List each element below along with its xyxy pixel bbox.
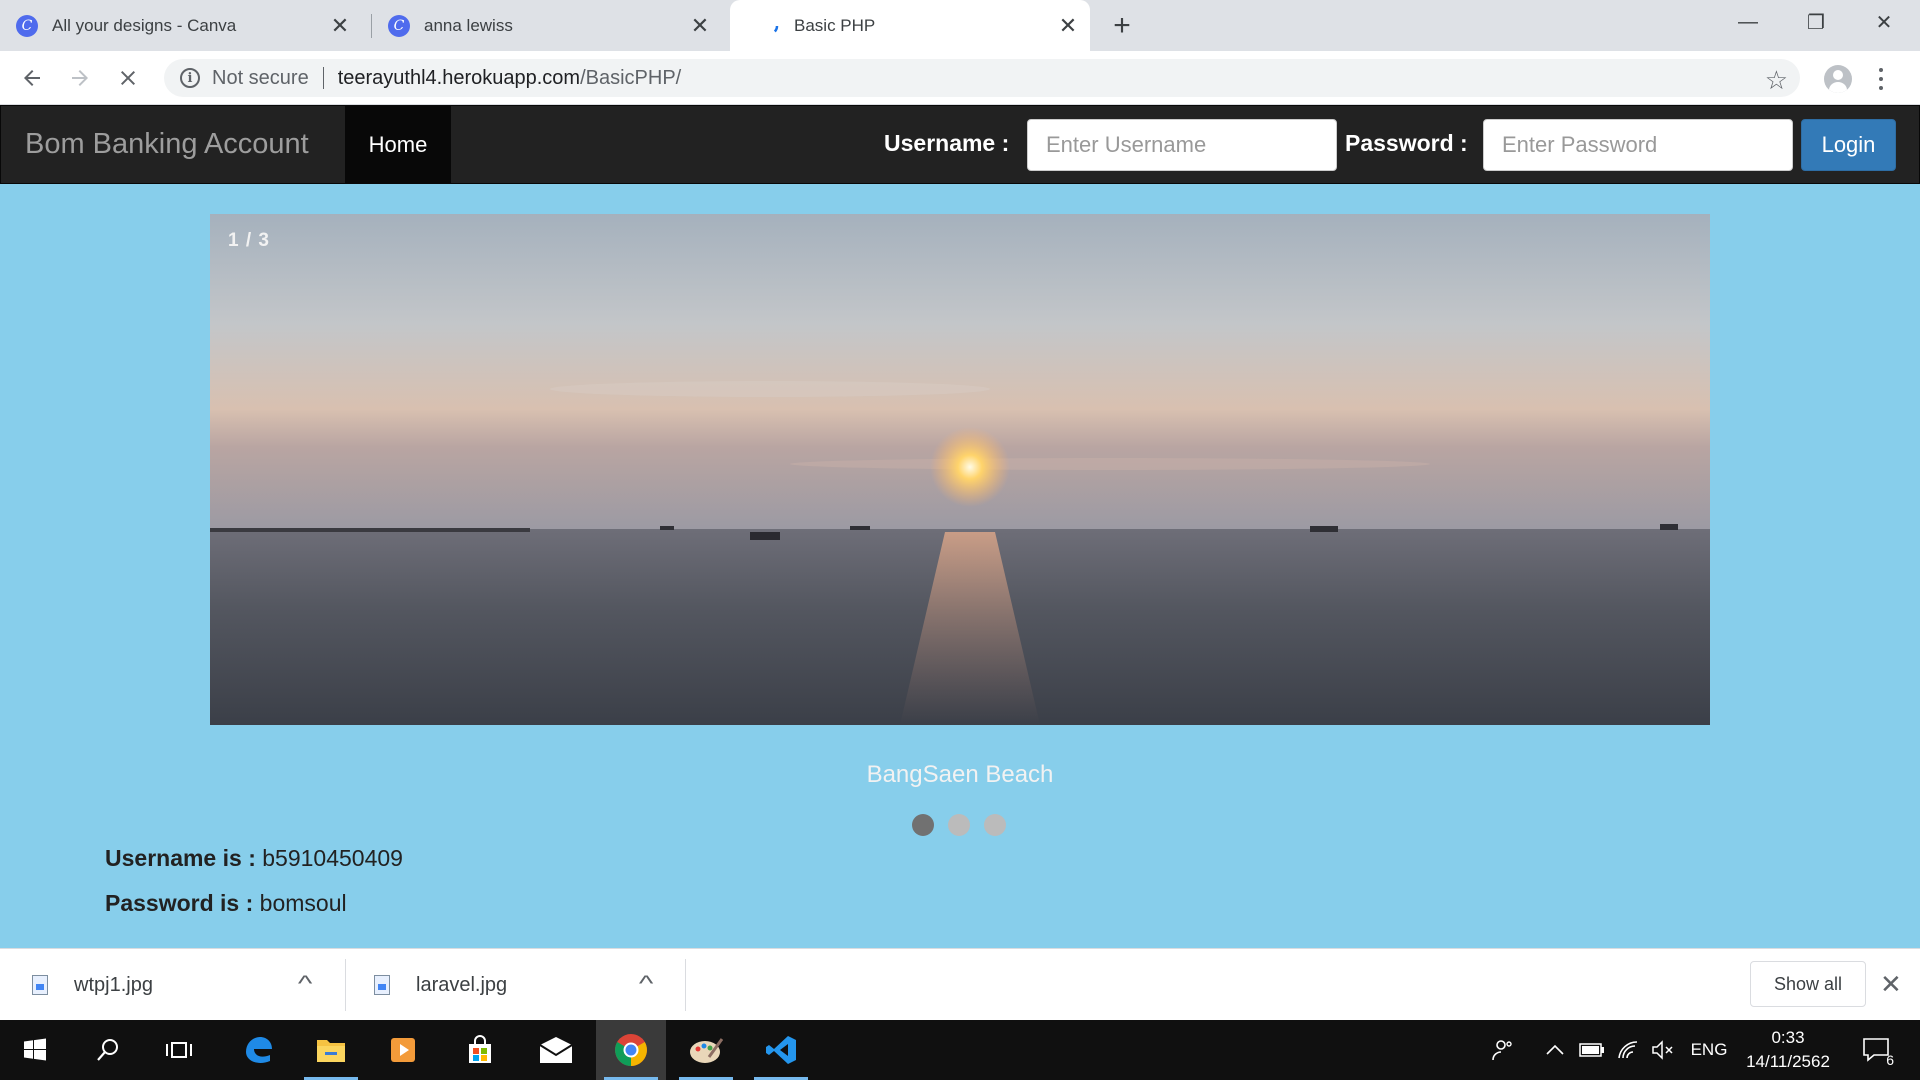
password-info: Password is : bomsoul bbox=[105, 890, 347, 917]
store-icon[interactable] bbox=[445, 1020, 515, 1080]
bookmark-star-icon[interactable]: ☆ bbox=[1765, 65, 1788, 96]
search-icon[interactable] bbox=[73, 1020, 143, 1080]
browser-menu-icon[interactable] bbox=[1876, 65, 1886, 93]
username-label: Username : bbox=[884, 130, 1010, 156]
battery-icon[interactable] bbox=[1576, 1020, 1608, 1080]
close-shelf-icon[interactable]: ✕ bbox=[1880, 969, 1902, 1000]
task-view-icon[interactable] bbox=[144, 1020, 214, 1080]
chevron-up-icon[interactable] bbox=[1540, 1020, 1570, 1080]
username-info-value: b5910450409 bbox=[262, 845, 403, 871]
windows-start-icon[interactable] bbox=[0, 1020, 70, 1080]
stop-icon bbox=[121, 71, 135, 85]
system-clock[interactable]: 0:33 14/11/2562 bbox=[1738, 1026, 1838, 1074]
site-brand[interactable]: Bom Banking Account bbox=[25, 128, 309, 161]
slide-dot-2[interactable] bbox=[948, 814, 970, 836]
slide-counter: 1 / 3 bbox=[228, 230, 270, 251]
tab-close-icon[interactable]: ✕ bbox=[688, 13, 712, 38]
restore-button[interactable]: ❐ bbox=[1782, 0, 1850, 44]
back-button[interactable] bbox=[16, 62, 48, 94]
download-item-wtpj1[interactable]: wtpj1.jpg bbox=[32, 949, 153, 1021]
forward-arrow-icon bbox=[72, 70, 88, 86]
username-info: Username is : b5910450409 bbox=[105, 845, 403, 872]
image-file-icon bbox=[32, 975, 48, 995]
download-shelf: wtpj1.jpg ^ laravel.jpg ^ Show all ✕ bbox=[0, 948, 1920, 1020]
edge-icon[interactable] bbox=[223, 1020, 293, 1080]
slide-dots bbox=[912, 814, 1006, 836]
clock-time: 0:33 bbox=[1771, 1028, 1805, 1047]
window-close-button[interactable]: ✕ bbox=[1850, 0, 1918, 44]
download-filename: wtpj1.jpg bbox=[74, 973, 153, 996]
download-filename: laravel.jpg bbox=[416, 973, 508, 996]
username-info-label: Username is : bbox=[105, 845, 256, 871]
password-label: Password : bbox=[1345, 130, 1468, 156]
password-info-value: bomsoul bbox=[259, 890, 347, 916]
media-player-icon[interactable] bbox=[368, 1020, 438, 1080]
canva-icon: C bbox=[388, 14, 410, 37]
language-indicator[interactable]: ENG bbox=[1688, 1020, 1730, 1080]
slideshow: 1 / 3 bbox=[210, 214, 1710, 725]
wifi-icon[interactable] bbox=[1614, 1020, 1644, 1080]
slide-dot-1[interactable] bbox=[912, 814, 934, 836]
address-bar[interactable]: i Not secure teerayuthl4.herokuapp.com/B… bbox=[164, 59, 1800, 97]
password-info-label: Password is : bbox=[105, 890, 254, 916]
mail-icon[interactable] bbox=[521, 1020, 591, 1080]
profile-avatar-icon[interactable] bbox=[1824, 65, 1852, 93]
url-path: /BasicPHP/ bbox=[580, 66, 682, 89]
download-divider bbox=[685, 959, 686, 1011]
windows-taskbar: ENG 0:33 14/11/2562 6 bbox=[0, 1020, 1920, 1080]
password-input[interactable] bbox=[1483, 119, 1793, 171]
download-divider bbox=[345, 959, 346, 1011]
tab-close-icon[interactable]: ✕ bbox=[1056, 13, 1080, 38]
clock-date: 14/11/2562 bbox=[1746, 1052, 1830, 1071]
slide-dot-3[interactable] bbox=[984, 814, 1006, 836]
omnibox-divider bbox=[322, 67, 324, 89]
login-button[interactable]: Login bbox=[1801, 119, 1896, 171]
tab-canva-designs[interactable]: C All your designs - Canva ✕ bbox=[16, 0, 362, 51]
tab-anna-lewiss[interactable]: C anna lewiss ✕ bbox=[388, 0, 722, 51]
show-all-button[interactable]: Show all bbox=[1750, 961, 1866, 1007]
notification-center-icon[interactable]: 6 bbox=[1852, 1020, 1900, 1080]
chrome-icon[interactable] bbox=[596, 1020, 666, 1080]
notification-count: 6 bbox=[1886, 1052, 1894, 1068]
loading-icon bbox=[758, 15, 780, 37]
vscode-icon[interactable] bbox=[746, 1020, 816, 1080]
forward-button[interactable] bbox=[64, 62, 96, 94]
tab-close-icon[interactable]: ✕ bbox=[328, 13, 352, 38]
slide-caption: BangSaen Beach bbox=[866, 761, 1054, 788]
nav-home-link[interactable]: Home bbox=[345, 106, 451, 183]
tab-separator bbox=[371, 14, 372, 38]
download-item-laravel[interactable]: laravel.jpg bbox=[374, 949, 507, 1021]
people-icon[interactable] bbox=[1486, 1020, 1520, 1080]
beach-sunset-image bbox=[210, 214, 1710, 725]
tab-title: Basic PHP bbox=[794, 15, 876, 35]
tab-title: All your designs - Canva bbox=[52, 15, 237, 35]
minimize-button[interactable]: — bbox=[1714, 0, 1782, 44]
page-viewport: Bom Banking Account Home Username : Pass… bbox=[0, 105, 1920, 948]
new-tab-button[interactable]: + bbox=[1106, 9, 1138, 42]
browser-toolbar: i Not secure teerayuthl4.herokuapp.com/B… bbox=[0, 51, 1920, 105]
back-arrow-icon bbox=[24, 70, 40, 86]
paint-icon[interactable] bbox=[671, 1020, 741, 1080]
canva-icon: C bbox=[16, 14, 38, 37]
chevron-up-icon[interactable]: ^ bbox=[298, 971, 312, 997]
tab-basic-php[interactable]: Basic PHP ✕ bbox=[730, 0, 1090, 51]
chevron-up-icon[interactable]: ^ bbox=[639, 971, 653, 997]
volume-muted-icon[interactable] bbox=[1648, 1020, 1678, 1080]
image-file-icon bbox=[374, 975, 390, 995]
tab-title: anna lewiss bbox=[424, 15, 513, 35]
url-host: teerayuthl4.herokuapp.com bbox=[337, 66, 581, 89]
browser-tabstrip: C All your designs - Canva ✕ C anna lewi… bbox=[0, 0, 1920, 51]
file-explorer-icon[interactable] bbox=[296, 1020, 366, 1080]
username-input[interactable] bbox=[1027, 119, 1337, 171]
site-navbar: Bom Banking Account Home Username : Pass… bbox=[0, 105, 1920, 184]
security-label[interactable]: Not secure bbox=[212, 67, 309, 90]
stop-loading-button[interactable] bbox=[112, 62, 144, 94]
info-icon[interactable]: i bbox=[180, 68, 200, 88]
